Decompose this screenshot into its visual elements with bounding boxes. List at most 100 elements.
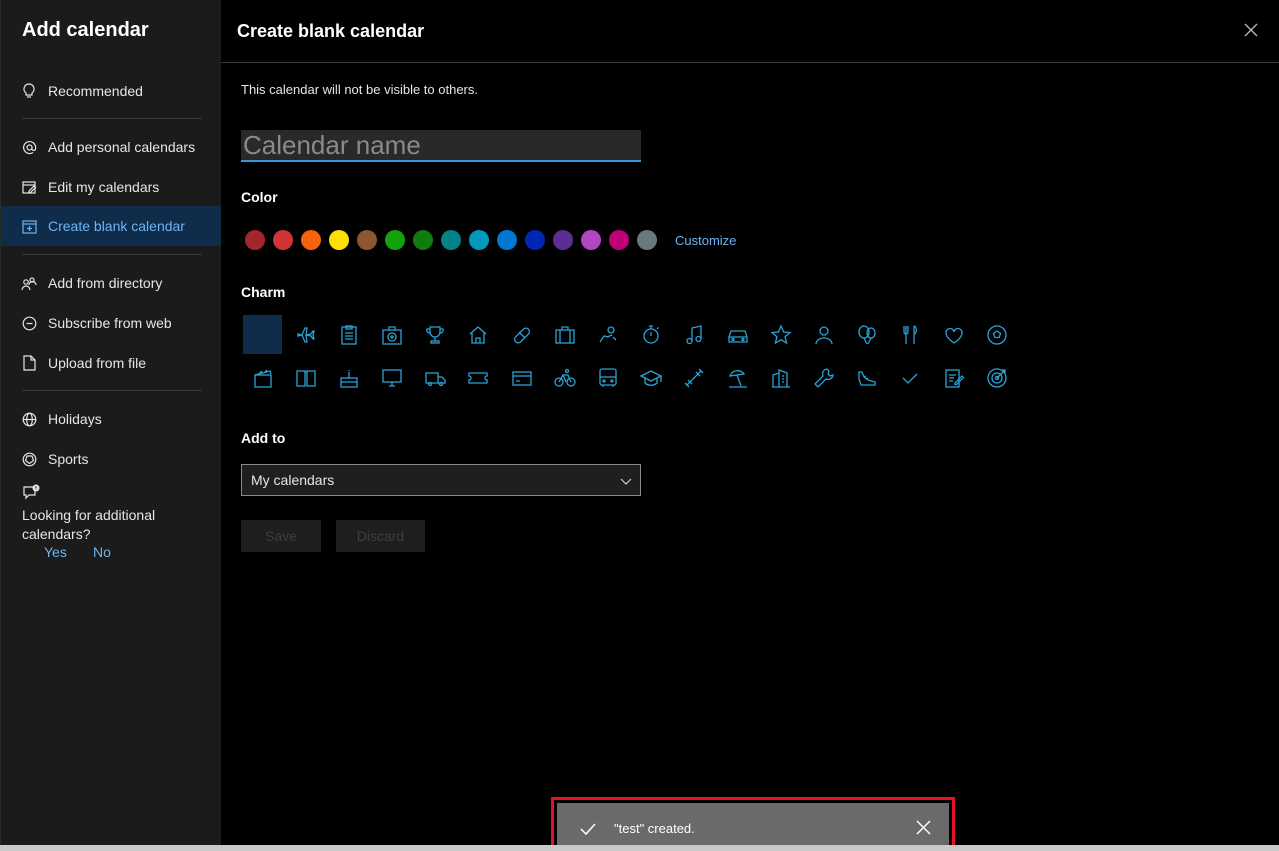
- feedback-yes-link[interactable]: Yes: [44, 544, 67, 560]
- divider: [221, 62, 1279, 63]
- color-swatch[interactable]: [609, 230, 629, 250]
- monitor-icon[interactable]: [373, 358, 412, 397]
- dumbbell-icon[interactable]: [675, 358, 714, 397]
- bus-icon[interactable]: [589, 358, 628, 397]
- discard-button[interactable]: Discard: [336, 520, 425, 552]
- clapperboard-icon[interactable]: [243, 358, 282, 397]
- charm-label: Charm: [241, 284, 286, 300]
- at-icon: [21, 139, 37, 155]
- toast-notification: "test" created.: [557, 803, 949, 851]
- sidebar-title: Add calendar: [22, 19, 149, 41]
- color-swatch[interactable]: [301, 230, 321, 250]
- person-run-icon[interactable]: [589, 315, 628, 354]
- sneaker-icon[interactable]: [848, 358, 887, 397]
- sidebar-item-label: Edit my calendars: [48, 179, 160, 195]
- toast-message: "test" created.: [614, 821, 695, 836]
- balloons-icon[interactable]: [848, 315, 887, 354]
- home-icon[interactable]: [459, 315, 498, 354]
- color-swatch[interactable]: [329, 230, 349, 250]
- sidebar-item-edit-my-calendars[interactable]: Edit my calendars: [1, 167, 222, 207]
- people-icon: [21, 275, 37, 291]
- add-to-dropdown[interactable]: My calendars: [241, 464, 641, 496]
- sidebar-item-create-blank-calendar[interactable]: Create blank calendar: [1, 206, 222, 246]
- add-to-value: My calendars: [251, 472, 335, 488]
- stopwatch-icon[interactable]: [632, 315, 671, 354]
- music-note-icon[interactable]: [675, 315, 714, 354]
- color-swatch[interactable]: [525, 230, 545, 250]
- person-icon[interactable]: [804, 315, 843, 354]
- globe-icon: [21, 411, 37, 427]
- checkmark-icon[interactable]: [891, 358, 930, 397]
- heart-icon[interactable]: [934, 315, 973, 354]
- sidebar-item-label: Add from directory: [48, 275, 163, 291]
- car-icon[interactable]: [718, 315, 757, 354]
- color-swatch[interactable]: [385, 230, 405, 250]
- target-icon[interactable]: [977, 358, 1016, 397]
- chevron-down-icon: [620, 474, 632, 486]
- building-icon[interactable]: [761, 358, 800, 397]
- beach-icon[interactable]: [718, 358, 757, 397]
- notepad-edit-icon[interactable]: [934, 358, 973, 397]
- utensils-icon[interactable]: [891, 315, 930, 354]
- birthday-cake-icon[interactable]: [329, 358, 368, 397]
- airplane-icon[interactable]: [286, 315, 325, 354]
- color-swatch[interactable]: [273, 230, 293, 250]
- color-picker: Customize: [245, 230, 736, 250]
- toast-highlight: "test" created.: [551, 797, 955, 851]
- wrench-icon[interactable]: [804, 358, 843, 397]
- sidebar-item-sports[interactable]: Sports: [1, 439, 222, 479]
- medical-kit-icon[interactable]: [373, 315, 412, 354]
- color-swatch[interactable]: [245, 230, 265, 250]
- color-swatch[interactable]: [469, 230, 489, 250]
- sidebar-item-label: Sports: [48, 451, 89, 467]
- main-panel: Create blank calendar This calendar will…: [221, 0, 1279, 845]
- add-to-label: Add to: [241, 430, 286, 446]
- briefcase-icon[interactable]: [545, 315, 584, 354]
- color-swatch[interactable]: [413, 230, 433, 250]
- feedback-no-link[interactable]: No: [93, 544, 111, 560]
- divider: [22, 118, 202, 119]
- bicycle-icon[interactable]: [545, 358, 584, 397]
- truck-icon[interactable]: [416, 358, 455, 397]
- color-swatch[interactable]: [497, 230, 517, 250]
- close-icon[interactable]: [916, 820, 931, 835]
- graduation-cap-icon[interactable]: [632, 358, 671, 397]
- page-title: Create blank calendar: [237, 21, 425, 41]
- close-icon[interactable]: [1243, 22, 1259, 38]
- feedback-prompt: Looking for additional calendars?: [22, 484, 212, 544]
- color-swatch[interactable]: [357, 230, 377, 250]
- star-icon[interactable]: [761, 315, 800, 354]
- sidebar-item-subscribe-from-web[interactable]: Subscribe from web: [1, 303, 222, 343]
- color-swatch[interactable]: [553, 230, 573, 250]
- sidebar-item-label: Subscribe from web: [48, 315, 172, 331]
- calendar-name-input[interactable]: [241, 130, 641, 162]
- sidebar-item-add-from-directory[interactable]: Add from directory: [1, 263, 222, 303]
- sidebar-item-add-personal-calendars[interactable]: Add personal calendars: [1, 127, 222, 167]
- ticket-icon[interactable]: [459, 358, 498, 397]
- calendar-add-icon: [21, 218, 37, 234]
- soccer-ball-icon[interactable]: [977, 315, 1016, 354]
- clipboard-icon[interactable]: [329, 315, 368, 354]
- charm-row: [243, 358, 1020, 397]
- trophy-icon[interactable]: [416, 315, 455, 354]
- sidebar-item-label: Upload from file: [48, 355, 147, 371]
- visibility-note: This calendar will not be visible to oth…: [241, 82, 479, 97]
- feedback-question: Looking for additional calendars?: [22, 507, 156, 542]
- sidebar-item-label: Recommended: [48, 83, 143, 99]
- charm-row: [243, 315, 1020, 354]
- sidebar-item-holidays[interactable]: Holidays: [1, 399, 222, 439]
- charm-none[interactable]: [243, 315, 282, 354]
- color-swatch[interactable]: [441, 230, 461, 250]
- color-swatch[interactable]: [637, 230, 657, 250]
- sidebar-item-recommended[interactable]: Recommended: [1, 71, 222, 111]
- customize-color-link[interactable]: Customize: [675, 233, 736, 248]
- pill-icon[interactable]: [502, 315, 541, 354]
- link-icon: [21, 315, 37, 331]
- sidebar-item-label: Add personal calendars: [48, 139, 196, 155]
- sidebar-item-upload-from-file[interactable]: Upload from file: [1, 343, 222, 383]
- credit-card-icon[interactable]: [502, 358, 541, 397]
- save-button[interactable]: Save: [241, 520, 321, 552]
- color-swatch[interactable]: [581, 230, 601, 250]
- book-icon[interactable]: [286, 358, 325, 397]
- color-label: Color: [241, 189, 278, 205]
